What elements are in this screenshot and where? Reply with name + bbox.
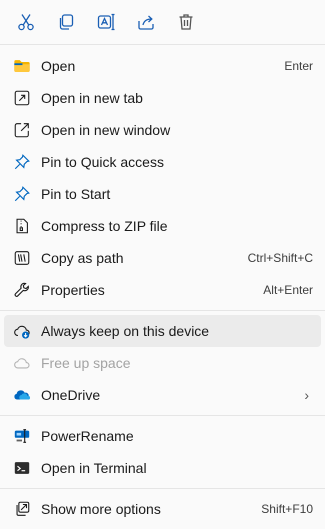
menu-item-label: Open in Terminal bbox=[41, 460, 147, 476]
pin-icon bbox=[12, 152, 32, 172]
terminal-icon bbox=[12, 458, 32, 478]
menu-item-open-new-tab[interactable]: Open in new tab bbox=[4, 82, 321, 114]
menu-item-powerrename[interactable]: PowerRename bbox=[4, 420, 321, 452]
menu-item-pin-start[interactable]: Pin to Start bbox=[4, 178, 321, 210]
menu-item-show-more-options[interactable]: Show more options Shift+F10 bbox=[4, 493, 321, 525]
quick-actions-toolbar bbox=[0, 0, 325, 45]
menu-item-open-new-window[interactable]: Open in new window bbox=[4, 114, 321, 146]
cut-button[interactable] bbox=[6, 4, 46, 40]
shortcut-text: Enter bbox=[284, 59, 313, 73]
shortcut-text: Ctrl+Shift+C bbox=[247, 251, 313, 265]
chevron-right-icon: › bbox=[304, 387, 309, 403]
new-tab-icon bbox=[12, 88, 32, 108]
menu-item-always-keep[interactable]: Always keep on this device bbox=[4, 315, 321, 347]
menu-item-label: Show more options bbox=[41, 501, 161, 517]
menu-item-open-terminal[interactable]: Open in Terminal bbox=[4, 452, 321, 484]
rename-button[interactable] bbox=[86, 4, 126, 40]
more-options-icon bbox=[12, 499, 32, 519]
trash-icon bbox=[179, 14, 193, 30]
shortcut-text: Alt+Enter bbox=[263, 283, 313, 297]
shortcut-text: Shift+F10 bbox=[261, 502, 313, 516]
menu-item-free-up-space: Free up space bbox=[4, 347, 321, 379]
delete-button[interactable] bbox=[166, 4, 206, 40]
cloud-icon bbox=[12, 353, 32, 373]
menu-item-label: Properties bbox=[41, 282, 105, 298]
new-window-icon bbox=[12, 120, 32, 140]
menu-item-label: Open in new window bbox=[41, 122, 171, 138]
share-icon bbox=[138, 15, 154, 30]
menu-item-compress-zip[interactable]: Compress to ZIP file bbox=[4, 210, 321, 242]
menu-item-label: Open bbox=[41, 58, 76, 74]
rename-icon bbox=[97, 13, 115, 31]
copy-icon bbox=[59, 14, 74, 30]
menu-item-onedrive[interactable]: OneDrive › bbox=[4, 379, 321, 411]
path-icon bbox=[12, 248, 32, 268]
menu-item-label: PowerRename bbox=[41, 428, 134, 444]
menu-item-properties[interactable]: Properties Alt+Enter bbox=[4, 274, 321, 306]
wrench-icon bbox=[12, 280, 32, 300]
menu-item-label: Open in new tab bbox=[41, 90, 143, 106]
separator bbox=[0, 488, 325, 489]
share-button[interactable] bbox=[126, 4, 166, 40]
menu-item-label: Copy as path bbox=[41, 250, 124, 266]
copy-button[interactable] bbox=[46, 4, 86, 40]
separator bbox=[0, 415, 325, 416]
menu-item-copy-as-path[interactable]: Copy as path Ctrl+Shift+C bbox=[4, 242, 321, 274]
menu-item-open[interactable]: Open Enter bbox=[4, 50, 321, 82]
onedrive-icon bbox=[12, 385, 32, 405]
menu-item-pin-quick-access[interactable]: Pin to Quick access bbox=[4, 146, 321, 178]
powerrename-icon bbox=[12, 426, 32, 446]
cloud-download-icon bbox=[12, 321, 32, 341]
folder-icon bbox=[12, 56, 32, 76]
pin-icon bbox=[12, 184, 32, 204]
menu-item-label: Always keep on this device bbox=[41, 323, 210, 339]
menu-item-label: Free up space bbox=[41, 355, 131, 371]
zip-icon bbox=[12, 216, 32, 236]
menu-item-label: OneDrive bbox=[41, 387, 101, 403]
context-menu: Open Enter Open in new tab Open in new w… bbox=[0, 0, 325, 529]
menu-item-label: Compress to ZIP file bbox=[41, 218, 168, 234]
menu-item-label: Pin to Start bbox=[41, 186, 111, 202]
scissors-icon bbox=[18, 14, 34, 31]
separator bbox=[0, 310, 325, 311]
menu-item-label: Pin to Quick access bbox=[41, 154, 164, 170]
